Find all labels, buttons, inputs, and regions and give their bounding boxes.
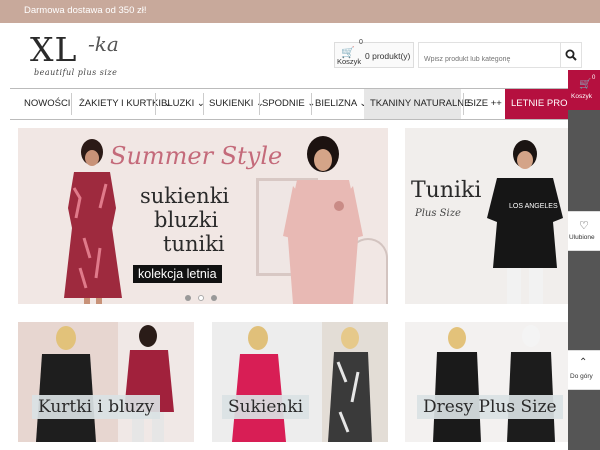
chevron-up-icon: ⌃ xyxy=(579,357,588,368)
nav-item-spodnie[interactable]: SPODNIE ⌄ xyxy=(256,89,315,119)
hero-line-1: sukienki xyxy=(140,184,230,208)
nav-item-label: SPODNIE ⌄ xyxy=(262,98,316,109)
search-icon xyxy=(565,49,577,61)
svg-text:LOS ANGELES: LOS ANGELES xyxy=(509,203,558,210)
shipping-announcement-bar: Darmowa dostawa od 350 zł! xyxy=(0,0,600,23)
cart-label: Koszyk xyxy=(337,57,362,66)
category-card-dresy-plus-size[interactable]: Dresy Plus Size xyxy=(405,322,568,442)
sidebar-cart-button[interactable]: 🛒 0 Koszyk xyxy=(568,70,600,110)
nav-item-zakiety-i-kurtki[interactable]: ŻAKIETY I KURTKI ⌄ xyxy=(73,89,172,119)
promo-tuniki-banner[interactable]: Tuniki Plus Size LOS ANGELES xyxy=(405,128,568,304)
shipping-announcement-text: Darmowa dostawa od 350 zł! xyxy=(24,5,147,16)
sidebar-back-to-top-button[interactable]: ⌃ Do góry xyxy=(568,350,600,390)
sidebar-cart-count: 0 xyxy=(592,75,596,81)
promo-model-black-tunic: LOS ANGELES xyxy=(487,140,563,304)
category-models-image xyxy=(405,322,568,442)
category-card-label: Kurtki i bluzy xyxy=(32,395,161,419)
slider-dots xyxy=(185,288,224,306)
hero-script-heading: Summer Style xyxy=(110,142,283,170)
cart-count: 0 xyxy=(359,39,363,46)
hero-collection-badge[interactable]: kolekcja letnia xyxy=(133,265,222,283)
search-input[interactable] xyxy=(418,42,561,68)
nav-divider xyxy=(71,93,72,115)
promo-tuniki-title: Tuniki xyxy=(411,178,482,203)
nav-item-label: BIELIZNA ⌄ xyxy=(315,98,368,109)
search-button[interactable] xyxy=(561,42,582,68)
category-card-label: Sukienki xyxy=(222,395,310,419)
hero-model-pink-dress xyxy=(283,136,363,304)
nav-item-label: TKANINY NATURALNE xyxy=(370,98,471,109)
nav-item-label: BLUZKI ⌄ xyxy=(161,98,205,109)
nav-item-label: NOWOŚCI xyxy=(24,98,71,109)
nav-item-sukienki[interactable]: SUKIENKI ⌄ xyxy=(203,89,264,119)
site-logo[interactable]: XL -ka beautiful plus size xyxy=(30,30,130,82)
nav-item-tkaniny-naturalne[interactable]: TKANINY NATURALNE xyxy=(364,89,470,119)
logo-main-text: XL xyxy=(30,30,78,69)
nav-item-size-plus[interactable]: SIZE ++ ⌄ xyxy=(461,89,512,119)
cart-products: 0 produkt(y) xyxy=(365,51,411,61)
slider-dot[interactable] xyxy=(198,295,204,301)
nav-item-bluzki[interactable]: BLUZKI ⌄ xyxy=(155,89,205,119)
slider-dot[interactable] xyxy=(185,295,191,301)
heart-icon: ♡ xyxy=(579,220,589,232)
category-models-image xyxy=(212,322,388,442)
logo-suffix-text: -ka xyxy=(88,32,119,56)
category-card-label: Dresy Plus Size xyxy=(417,395,563,419)
category-card-kurtki-i-bluzy[interactable]: Kurtki i bluzy xyxy=(18,322,194,442)
nav-item-label: LETNIE PROMO xyxy=(511,98,568,109)
logo-tagline: beautiful plus size xyxy=(34,68,118,77)
nav-item-nowosci[interactable]: NOWOŚCI xyxy=(18,89,76,119)
nav-item-bielizna[interactable]: BIELIZNA ⌄ xyxy=(309,89,368,119)
sidebar-favorites-label: Ulubione xyxy=(569,234,595,241)
sidebar-back-to-top-label: Do góry xyxy=(570,373,593,380)
slider-dot[interactable] xyxy=(211,295,217,301)
shopping-cart-icon: 🛒 xyxy=(579,79,592,90)
hero-line-2: bluzki xyxy=(154,208,219,232)
sidebar-favorites-button[interactable]: ♡ Ulubione xyxy=(568,211,600,251)
category-card-sukienki[interactable]: Sukienki xyxy=(212,322,388,442)
hero-line-3: tuniki xyxy=(163,232,225,256)
nav-item-letnie-promo[interactable]: LETNIE PROMO xyxy=(505,89,568,119)
main-navigation: NOWOŚCI ŻAKIETY I KURTKI ⌄ BLUZKI ⌄ SUKI… xyxy=(10,88,568,120)
promo-tuniki-subtitle: Plus Size xyxy=(415,208,461,219)
floating-sidebar xyxy=(568,70,600,450)
hero-slider[interactable]: Summer Style sukienki bluzki tuniki kole… xyxy=(18,128,388,304)
category-models-image xyxy=(18,322,194,442)
sidebar-cart-label: Koszyk xyxy=(571,93,592,100)
header-cart[interactable]: 🛒 0 Koszyk 0 produkt(y) xyxy=(334,39,414,68)
